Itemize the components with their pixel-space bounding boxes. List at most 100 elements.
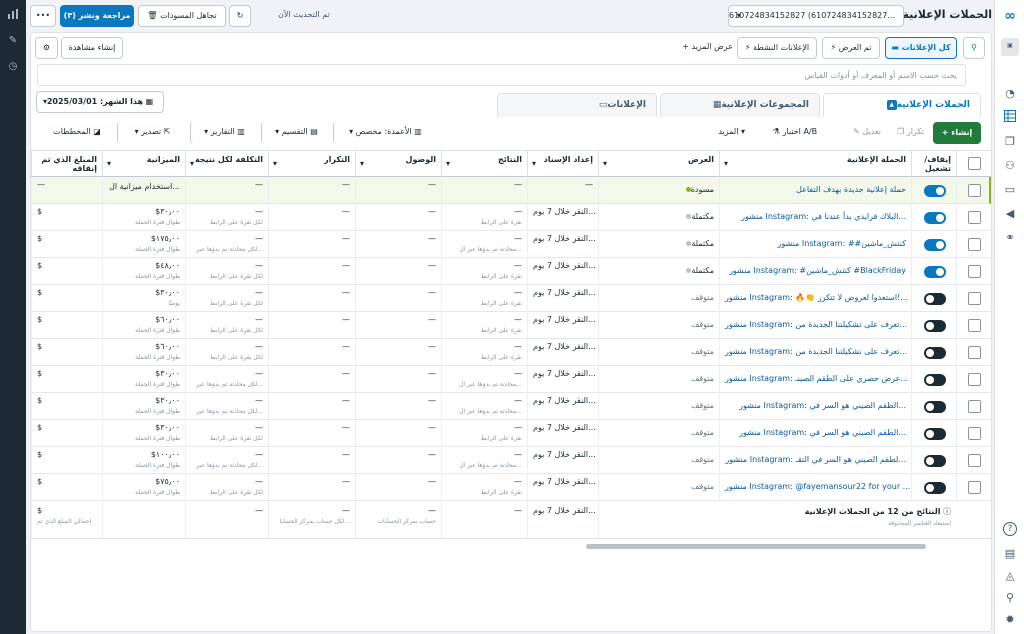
campaign-name-cell[interactable]: منشور Instagram: #كنتش_ماشين #BlackFrida… [719, 258, 911, 285]
campaign-name-link[interactable]: منشور Instagram: #كنتش_ماشين #BlackFrida… [729, 266, 906, 275]
header-reach[interactable]: الوصول ▾ [355, 151, 441, 177]
dashboard-icon[interactable]: ◔ [1002, 86, 1018, 102]
header-cost-per-result[interactable]: التكلفة لكل نتيجة ▾ [185, 151, 268, 177]
delivery-toggle[interactable] [924, 266, 946, 278]
bell-icon[interactable]: ◬ [1002, 568, 1018, 584]
delivery-toggle[interactable] [924, 374, 946, 386]
tab-adsets[interactable]: ▦المجموعات الإعلانية [660, 93, 820, 117]
campaign-name-link[interactable]: منشور Instagram: عرض حصري على الطقم الصي… [725, 374, 908, 383]
campaign-name-link[interactable]: منشور Instagram: @fayemansour22 for your… [725, 482, 911, 491]
delivery-toggle[interactable] [924, 482, 946, 494]
delivery-toggle[interactable] [924, 185, 946, 197]
filter-active-ads[interactable]: ⚡ الإعلانات النشطة [737, 37, 817, 59]
campaign-name-link[interactable]: منشور Instagram: 🔥👏 استعدوا لعروض لا تتك… [725, 293, 908, 302]
delivery-toggle[interactable] [924, 428, 946, 440]
review-publish-button[interactable]: مراجعة ونشر (٣) [60, 5, 134, 27]
table-row[interactable]: منشور Instagram: 🔥👏 استعدوا لعروض لا تتك… [31, 285, 991, 312]
report-icon[interactable]: ▤ [1002, 546, 1018, 562]
search-icon[interactable]: ⚲ [1002, 590, 1018, 606]
table-row[interactable]: منشور Instagram: @fayemansour22 for your… [31, 474, 991, 501]
row-checkbox[interactable] [968, 319, 981, 332]
table-icon[interactable] [1002, 110, 1018, 126]
row-checkbox[interactable] [968, 427, 981, 440]
tab-campaigns[interactable]: ▲ الحملات الإعلانية [823, 93, 981, 117]
delivery-toggle[interactable] [924, 347, 946, 359]
search-bar[interactable]: بحث حسب الاسم أو المعرف أو أدوات القياس [37, 64, 966, 86]
header-campaign[interactable]: الحملة الإعلانية ▾ [719, 151, 911, 177]
row-checkbox[interactable] [968, 238, 981, 251]
search-button[interactable]: ⚲ [963, 37, 985, 59]
table-row[interactable]: منشور Instagram: عرض حصري على الطقم الصي… [31, 366, 991, 393]
campaign-name-cell[interactable]: منشور Instagram: الطقم الصيني هو السر في… [719, 420, 911, 447]
edit-button[interactable]: ✎ تعديل [853, 127, 881, 136]
campaign-name-link[interactable]: منشور Instagram: البلاك فرايدي بدأ عندنا… [741, 212, 906, 221]
ab-test-button[interactable]: ⚗ اختبار A/B [759, 122, 831, 144]
network-icon[interactable]: ⚭ [1002, 230, 1018, 246]
megaphone-icon[interactable]: ◀ [1002, 206, 1018, 222]
reports-dropdown[interactable]: ▾ التقارير ▥ [190, 122, 258, 144]
tab-ads[interactable]: ▭الإعلانات [497, 93, 657, 117]
header-select-all[interactable] [956, 151, 991, 177]
header-spent[interactable]: المبلغ الذي تم إنفاقه [31, 151, 102, 177]
campaign-name-cell[interactable]: منشور Instagram: لطقم الصيني هو السر في … [719, 447, 911, 474]
header-status[interactable]: العرض ▾ [598, 151, 719, 177]
delivery-toggle[interactable] [924, 239, 946, 251]
row-checkbox[interactable] [968, 481, 981, 494]
header-budget[interactable]: الميزانية ▾ [102, 151, 185, 177]
delivery-toggle[interactable] [924, 455, 946, 467]
header-frequency[interactable]: التكرار ▾ [268, 151, 355, 177]
campaign-name-cell[interactable]: حملة إعلانية جديدة بهدف التفاعل [719, 177, 911, 204]
filter-shown[interactable]: ⚡ تم العرض [822, 37, 880, 59]
row-checkbox[interactable] [968, 292, 981, 305]
duplicate-button[interactable]: ❐ تكرار [897, 127, 924, 136]
header-attribution[interactable]: إعداد الإسناد ▾ [527, 151, 598, 177]
discard-drafts-button[interactable]: 🗑 تجاهل المسودات [138, 5, 226, 27]
bug-icon[interactable]: ✹ [1002, 612, 1018, 628]
create-view-button[interactable]: إنشاء مشاهدة [61, 37, 123, 59]
clock-icon[interactable]: ◷ [6, 60, 20, 74]
date-range-picker[interactable]: ▾ هذا الشهر: 2025/03/01 ▦ [36, 91, 164, 113]
table-row[interactable]: منشور Instagram: ##كنتش_ماشين مكتملة النقر… [31, 231, 991, 258]
campaign-name-cell[interactable]: منشور Instagram: الطقم الصيني هو السر في… [719, 393, 911, 420]
more-button[interactable]: ••• [30, 5, 56, 27]
campaign-name-cell[interactable]: منشور Instagram: البلاك فرايدي بدأ عندنا… [719, 204, 911, 231]
columns-dropdown[interactable]: ▾ الأعمدة: مخصص ▥ [333, 122, 437, 144]
row-checkbox[interactable] [968, 454, 981, 467]
delivery-toggle[interactable] [924, 293, 946, 305]
view-settings-button[interactable]: ⚙ [35, 37, 58, 59]
charts-button[interactable]: المخططات ◪ [41, 122, 113, 144]
pencil-icon[interactable]: ✎ [6, 34, 20, 48]
account-selector[interactable]: 610724834152827 (610724834152827... ▾ [728, 5, 904, 27]
header-results[interactable]: النتائج ▾ [441, 151, 527, 177]
account-avatar[interactable]: ▣ [1001, 38, 1019, 56]
horizontal-scrollbar[interactable] [586, 544, 926, 549]
billing-icon[interactable]: ▭ [1002, 182, 1018, 198]
campaign-name-link[interactable]: حملة إعلانية جديدة بهدف التفاعل [796, 185, 906, 194]
export-button[interactable]: ▾ تصدير ⇱ [117, 122, 187, 144]
row-checkbox[interactable] [968, 400, 981, 413]
table-row[interactable]: منشور Instagram: الطقم الصيني هو السر في… [31, 393, 991, 420]
delivery-toggle[interactable] [924, 401, 946, 413]
row-checkbox[interactable] [968, 184, 981, 197]
campaign-name-cell[interactable]: منشور Instagram: تعرف على تشكيلتنا الجدي… [719, 339, 911, 366]
pages-icon[interactable]: ❐ [1002, 134, 1018, 150]
create-button[interactable]: + إنشاء [933, 122, 981, 144]
more-actions-dropdown[interactable]: المزيد ▾ [718, 127, 745, 136]
chart-icon[interactable] [6, 8, 20, 22]
table-row[interactable]: منشور Instagram: تعرف على تشكيلتنا الجدي… [31, 312, 991, 339]
table-row[interactable]: منشور Instagram: الطقم الصيني هو السر في… [31, 420, 991, 447]
table-row[interactable]: حملة إعلانية جديدة بهدف التفاعل مسودة — — — —… [31, 177, 991, 204]
campaign-name-cell[interactable]: منشور Instagram: تعرف على تشكيلتنا الجدي… [719, 312, 911, 339]
select-all-checkbox[interactable] [968, 157, 981, 170]
table-row[interactable]: منشور Instagram: تعرف على تشكيلتنا الجدي… [31, 339, 991, 366]
filter-all-ads[interactable]: ▬ كل الإعلانات [885, 37, 957, 59]
breakdown-dropdown[interactable]: ▾ التقسيم ▤ [261, 122, 331, 144]
campaign-name-cell[interactable]: منشور Instagram: 🔥👏 استعدوا لعروض لا تتك… [719, 285, 911, 312]
campaign-name-link[interactable]: منشور Instagram: الطقم الصيني هو السر في… [739, 401, 906, 410]
campaign-name-link[interactable]: منشور Instagram: تعرف على تشكيلتنا الجدي… [725, 347, 907, 356]
audience-icon[interactable]: ⚇ [1002, 158, 1018, 174]
campaign-name-cell[interactable]: منشور Instagram: @fayemansour22 for your… [719, 474, 911, 501]
campaign-name-cell[interactable]: منشور Instagram: ##كنتش_ماشين [719, 231, 911, 258]
row-checkbox[interactable] [968, 211, 981, 224]
help-icon[interactable]: ? [1003, 522, 1017, 536]
